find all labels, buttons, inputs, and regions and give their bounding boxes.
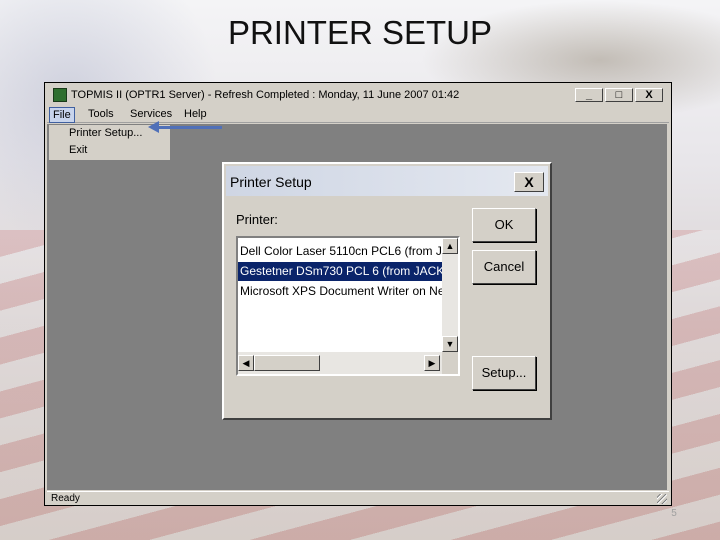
- minimize-button[interactable]: _: [575, 88, 603, 102]
- printer-list: Dell Color Laser 5110cn PCL6 (from JACK …: [238, 240, 442, 354]
- window-titlebar[interactable]: TOPMIS II (OPTR1 Server) - Refresh Compl…: [47, 85, 669, 105]
- menubar: File Tools Services Help: [47, 105, 669, 123]
- maximize-button[interactable]: □: [605, 88, 633, 102]
- list-item-selected[interactable]: Gestetner DSm730 PCL 6 (from JACKAGS: [238, 262, 442, 281]
- list-item[interactable]: Microsoft XPS Document Writer on Ne00: [238, 282, 442, 301]
- scroll-right-icon[interactable]: ▶: [424, 355, 440, 371]
- dialog-title: Printer Setup: [230, 174, 312, 190]
- scrollbar-corner: [442, 352, 458, 374]
- dialog-titlebar[interactable]: Printer Setup X: [226, 166, 548, 196]
- statusbar: Ready: [47, 491, 669, 505]
- dialog-close-button[interactable]: X: [514, 172, 544, 192]
- printer-listbox[interactable]: Dell Color Laser 5110cn PCL6 (from JACK …: [236, 236, 460, 376]
- menu-item-printer-setup[interactable]: Printer Setup...: [69, 127, 142, 139]
- menu-item-exit[interactable]: Exit: [69, 144, 87, 156]
- vertical-scrollbar[interactable]: ▲ ▼: [442, 238, 458, 352]
- menu-help[interactable]: Help: [181, 107, 210, 121]
- menu-tools[interactable]: Tools: [85, 107, 117, 121]
- scroll-thumb[interactable]: [254, 355, 320, 371]
- menu-services[interactable]: Services: [127, 107, 175, 121]
- app-icon: [53, 88, 67, 102]
- menu-file[interactable]: File: [49, 107, 75, 123]
- ok-button[interactable]: OK: [472, 208, 536, 242]
- printer-setup-dialog: Printer Setup X Printer: Dell Color Lase…: [222, 162, 552, 420]
- printer-label: Printer:: [236, 212, 278, 227]
- slide-title: PRINTER SETUP: [227, 14, 493, 51]
- annotation-arrow: [158, 126, 222, 129]
- cancel-button[interactable]: Cancel: [472, 250, 536, 284]
- page-number: 5: [671, 508, 677, 519]
- resize-grip-icon[interactable]: [657, 494, 667, 504]
- window-close-button[interactable]: X: [635, 88, 663, 102]
- list-item[interactable]: Dell Color Laser 5110cn PCL6 (from JACK: [238, 242, 442, 261]
- horizontal-scrollbar[interactable]: ◀ ▶: [238, 352, 442, 374]
- setup-button[interactable]: Setup...: [472, 356, 536, 390]
- scroll-up-icon[interactable]: ▲: [442, 238, 458, 254]
- window-title: TOPMIS II (OPTR1 Server) - Refresh Compl…: [71, 89, 460, 101]
- scroll-left-icon[interactable]: ◀: [238, 355, 254, 371]
- scroll-down-icon[interactable]: ▼: [442, 336, 458, 352]
- status-text: Ready: [51, 493, 80, 504]
